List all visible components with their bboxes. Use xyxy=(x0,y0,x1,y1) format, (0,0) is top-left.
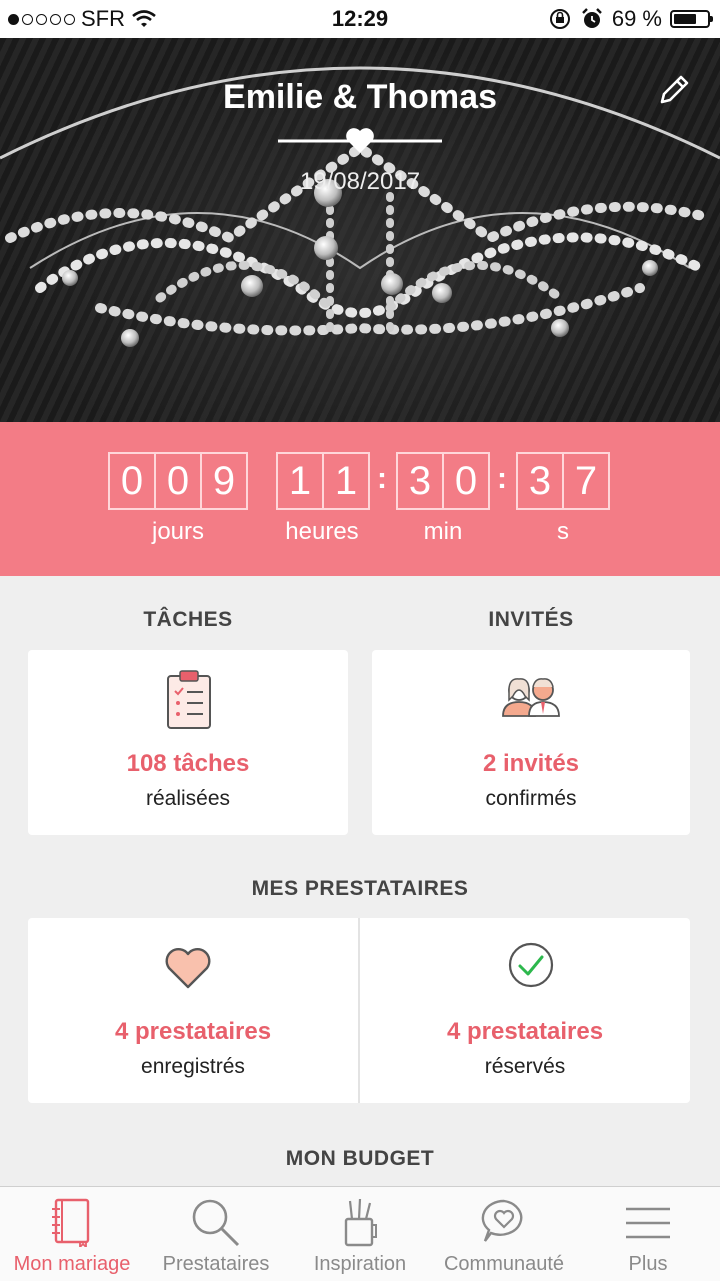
rotation-lock-icon xyxy=(549,9,570,29)
countdown-digit: 3 xyxy=(518,454,564,508)
menu-icon xyxy=(626,1207,670,1239)
battery-percent: 69 % xyxy=(611,6,662,31)
tab-label: Prestataires xyxy=(162,1253,270,1275)
guests-card[interactable]: 2 invités confirmés xyxy=(372,650,690,835)
vendors-booked-count: 4 prestataires xyxy=(446,1018,604,1045)
tab-label: Inspiration xyxy=(313,1253,407,1275)
countdown-seconds: 3 7 xyxy=(516,452,610,510)
countdown-digit: 0 xyxy=(454,458,478,503)
vendors-saved-caption: enregistrés xyxy=(141,1055,245,1078)
vendors-booked-card[interactable]: 4 prestataires réservés xyxy=(360,918,690,1103)
notebook-icon xyxy=(52,1198,90,1247)
heart-icon xyxy=(165,948,211,989)
status-bar: SFR 12:29 69 % xyxy=(0,0,720,38)
alarm-icon xyxy=(581,8,602,28)
tab-mon-mariage[interactable]: Mon mariage xyxy=(0,1187,144,1281)
tasks-title: TÂCHES xyxy=(143,608,233,631)
vendors-title: MES PRESTATAIRES xyxy=(251,877,469,900)
countdown-digit: 1 xyxy=(278,454,324,508)
tab-label: Communauté xyxy=(443,1253,565,1275)
tab-inspiration[interactable]: Inspiration xyxy=(288,1187,432,1281)
check-circle-icon xyxy=(508,942,554,988)
tasks-card[interactable]: 108 tâches réalisées xyxy=(28,650,348,835)
edit-pencil-icon[interactable] xyxy=(656,72,692,108)
countdown-label-seconds: s xyxy=(557,518,569,545)
tab-label: Plus xyxy=(628,1253,668,1275)
countdown-label-minutes: min xyxy=(423,518,463,545)
status-right: 69 % xyxy=(548,6,713,32)
countdown-separator: : xyxy=(377,462,387,495)
search-icon xyxy=(192,1199,240,1247)
countdown-hours: 1 1 xyxy=(276,452,370,510)
couple-names: Emilie & Thomas xyxy=(223,78,497,116)
clipboard-checklist-icon xyxy=(167,670,211,729)
hero-banner: Emilie & Thomas 19/08/2017 xyxy=(0,38,720,422)
countdown: 0 0 9 1 1 : 3 0 : 3 7 jours heures min s xyxy=(0,422,720,576)
countdown-minutes: 3 0 xyxy=(396,452,490,510)
tab-communaute[interactable]: Communauté xyxy=(432,1187,576,1281)
countdown-digit: 7 xyxy=(574,458,598,503)
countdown-digit: 0 xyxy=(110,454,156,508)
tab-prestataires[interactable]: Prestataires xyxy=(144,1187,288,1281)
vendors-booked-caption: réservés xyxy=(484,1055,566,1078)
countdown-digit: 1 xyxy=(334,458,358,503)
tab-plus[interactable]: Plus xyxy=(576,1187,720,1281)
countdown-digit: 0 xyxy=(156,454,202,508)
vendors-saved-card[interactable]: 4 prestataires enregistrés xyxy=(28,918,358,1103)
countdown-label-days: jours xyxy=(151,518,205,545)
guests-title: INVITÉS xyxy=(488,608,574,631)
countdown-digit: 3 xyxy=(398,454,444,508)
chat-heart-icon xyxy=(481,1199,523,1242)
countdown-digit: 9 xyxy=(212,458,236,503)
tasks-caption: réalisées xyxy=(145,787,231,810)
countdown-separator: : xyxy=(497,462,507,495)
pencil-cup-icon xyxy=(344,1198,377,1247)
guests-count: 2 invités xyxy=(482,750,580,777)
vendors-saved-count: 4 prestataires xyxy=(114,1018,272,1045)
tab-bar: Mon mariage Prestataires Inspiration Com… xyxy=(0,1186,720,1281)
heart-divider-icon xyxy=(278,128,442,153)
tasks-count: 108 tâches xyxy=(126,750,250,777)
budget-title: MON BUDGET xyxy=(285,1147,435,1170)
guests-caption: confirmés xyxy=(485,787,577,810)
tab-label: Mon mariage xyxy=(13,1253,131,1275)
countdown-label-hours: heures xyxy=(285,518,359,545)
wedding-date: 19/08/2017 xyxy=(299,168,421,195)
countdown-days: 0 0 9 xyxy=(108,452,248,510)
battery-icon xyxy=(670,10,713,28)
guests-people-icon xyxy=(502,678,560,717)
